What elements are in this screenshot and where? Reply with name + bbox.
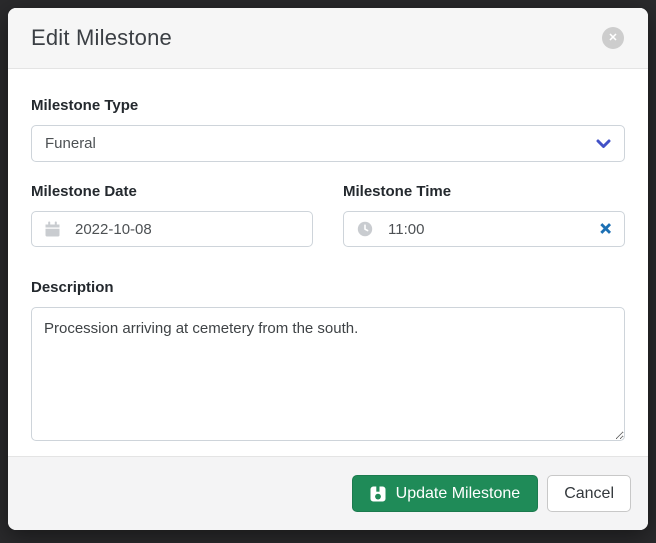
- calendar-icon: [45, 221, 60, 237]
- milestone-date-field: Milestone Date: [31, 183, 313, 247]
- update-milestone-button[interactable]: Update Milestone: [352, 475, 539, 512]
- clear-time-button[interactable]: ✕: [591, 222, 612, 237]
- update-milestone-label: Update Milestone: [396, 485, 521, 503]
- milestone-time-input-group: ✕: [343, 211, 625, 247]
- description-field: Description Procession arriving at cemet…: [31, 279, 625, 441]
- milestone-date-label: Milestone Date: [31, 183, 313, 201]
- milestone-type-select[interactable]: Funeral: [31, 125, 625, 162]
- milestone-time-field: Milestone Time ✕: [343, 183, 625, 247]
- modal-footer: Update Milestone Cancel: [8, 456, 648, 530]
- cancel-button[interactable]: Cancel: [547, 475, 631, 512]
- edit-milestone-modal: Edit Milestone ✕ Milestone Type Funeral: [8, 8, 648, 530]
- date-time-row: Milestone Date: [31, 183, 625, 247]
- clear-x-icon: ✕: [599, 221, 612, 238]
- close-icon: ✕: [608, 33, 617, 44]
- cancel-label: Cancel: [564, 485, 614, 503]
- modal-header: Edit Milestone ✕: [8, 8, 648, 69]
- milestone-date-input-group: [31, 211, 313, 247]
- clock-icon: [357, 221, 373, 237]
- modal-body: Milestone Type Funeral Milestone Date: [8, 69, 648, 456]
- milestone-type-label: Milestone Type: [31, 97, 625, 115]
- milestone-date-input[interactable]: [75, 221, 300, 238]
- close-button[interactable]: ✕: [602, 27, 624, 49]
- save-icon: [370, 486, 386, 502]
- modal-title: Edit Milestone: [31, 25, 172, 51]
- milestone-type-select-wrap: Funeral: [31, 125, 625, 162]
- milestone-time-input[interactable]: [388, 221, 591, 238]
- description-label: Description: [31, 279, 625, 297]
- milestone-time-label: Milestone Time: [343, 183, 625, 201]
- description-textarea[interactable]: Procession arriving at cemetery from the…: [31, 307, 625, 441]
